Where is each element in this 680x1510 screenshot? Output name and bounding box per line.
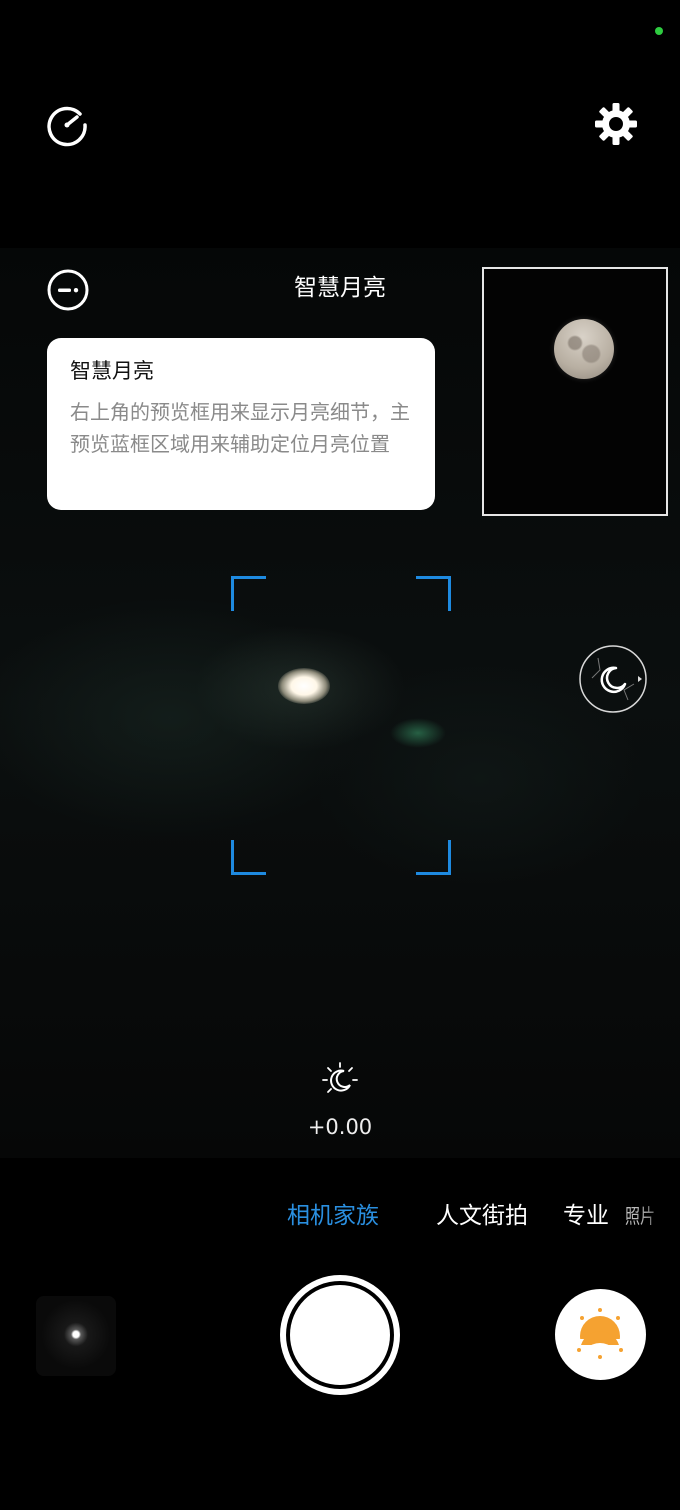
status-indicator-dot	[655, 27, 663, 35]
mode-title: 智慧月亮	[294, 275, 386, 301]
moon-in-viewfinder	[278, 668, 330, 704]
gear-icon[interactable]	[593, 101, 639, 147]
shutter-button[interactable]	[280, 1275, 400, 1395]
moon-preview-image	[554, 319, 614, 379]
tip-title: 智慧月亮	[70, 359, 154, 383]
focus-frame-corner-bottom-left	[231, 840, 266, 875]
gallery-thumbnail[interactable]	[36, 1296, 116, 1376]
focus-frame-corner-top-left	[231, 576, 266, 611]
mode-fade-edge	[640, 1195, 680, 1237]
focus-frame-corner-bottom-right	[416, 840, 451, 875]
tip-body: 右上角的预览框用来显示月亮细节，主预览蓝框区域用来辅助定位月亮位置	[70, 400, 410, 456]
dismiss-circle-icon[interactable]	[46, 268, 90, 312]
mode-pro[interactable]: 专业	[563, 1198, 609, 1234]
sunset-icon[interactable]	[555, 1289, 646, 1380]
night-mode-toggle[interactable]	[578, 644, 648, 714]
mode-street[interactable]: 人文街拍	[436, 1198, 528, 1234]
speedometer-icon[interactable]	[44, 102, 90, 148]
moon-icon	[600, 666, 627, 694]
exposure-value: +0.00	[307, 1115, 373, 1139]
tip-card[interactable]: 智慧月亮 右上角的预览框用来显示月亮细节，主预览蓝框区域用来辅助定位月亮位置	[47, 338, 435, 510]
mode-camera-family[interactable]: 相机家族	[287, 1198, 379, 1234]
sun-moon-icon[interactable]	[320, 1060, 360, 1100]
moon-detail-preview[interactable]	[482, 267, 668, 516]
focus-frame-corner-top-right	[416, 576, 451, 611]
lens-flare	[390, 718, 446, 748]
